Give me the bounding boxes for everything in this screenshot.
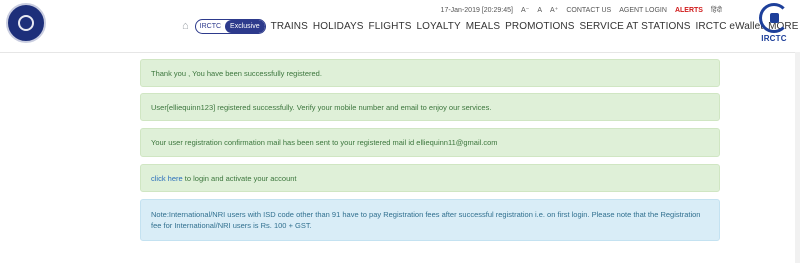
mail-sent-alert: Your user registration confirmation mail… (140, 128, 720, 157)
page-scrollbar[interactable] (795, 52, 800, 263)
nav-trains[interactable]: TRAINS (271, 21, 308, 32)
login-activation-text: to login and activate your account (182, 173, 297, 183)
font-decrease-button[interactable]: A⁻ (521, 6, 529, 14)
nri-fee-note-text: Note:International/NRI users with ISD co… (151, 210, 701, 230)
nav-loyalty[interactable]: LOYALTY (416, 21, 460, 32)
hindi-language-link[interactable]: हिंदी (711, 6, 722, 15)
registration-success-alert: Thank you , You have been successfully r… (140, 59, 720, 87)
nav-meals[interactable]: MEALS (466, 21, 500, 32)
nav-promotions[interactable]: PROMOTIONS (505, 21, 574, 32)
exclusive-label: Exclusive (225, 19, 265, 33)
mail-sent-message: Your user registration confirmation mail… (151, 138, 498, 147)
agent-login-link[interactable]: AGENT LOGIN (619, 7, 667, 14)
irctc-exclusive-button[interactable]: IRCTC Exclusive (194, 18, 266, 34)
font-increase-button[interactable]: A⁺ (550, 6, 558, 14)
top-utility-bar: 17-Jan-2019 [20:29:45] A⁻ A A⁺ CONTACT U… (441, 4, 722, 16)
exclusive-brand-label: IRCTC (199, 22, 222, 30)
user-registered-message: User[elliequinn123] registered successfu… (151, 102, 492, 112)
irctc-logo-mark (759, 3, 789, 33)
user-registered-alert: User[elliequinn123] registered successfu… (140, 93, 720, 121)
nav-service-at-stations[interactable]: SERVICE AT STATIONS (579, 21, 690, 32)
nri-fee-note: Note:International/NRI users with ISD co… (140, 199, 720, 241)
datetime-text: 17-Jan-2019 [20:29:45] (440, 6, 513, 14)
nav-irctc-ewallet[interactable]: IRCTC eWallet (696, 21, 764, 32)
irctc-logo[interactable]: IRCTC (756, 3, 792, 47)
home-icon[interactable]: ⌂ (182, 20, 189, 32)
nav-holidays[interactable]: HOLIDAYS (313, 21, 364, 32)
main-navigation: ⌂ IRCTC Exclusive TRAINS HOLIDAYS FLIGHT… (182, 17, 799, 35)
nav-flights[interactable]: FLIGHTS (369, 21, 412, 32)
contact-us-link[interactable]: CONTACT US (566, 7, 611, 14)
click-here-link[interactable]: click here (151, 174, 183, 183)
indian-railways-logo[interactable] (6, 3, 46, 43)
irctc-logo-text: IRCTC (761, 34, 787, 43)
font-normal-button[interactable]: A (537, 7, 542, 14)
login-activation-alert: click here to login and activate your ac… (140, 164, 720, 192)
thank-you-message: Thank you , You have been successfully r… (151, 68, 322, 78)
alerts-link[interactable]: ALERTS (675, 7, 703, 14)
site-header: 17-Jan-2019 [20:29:45] A⁻ A A⁺ CONTACT U… (0, 0, 800, 53)
